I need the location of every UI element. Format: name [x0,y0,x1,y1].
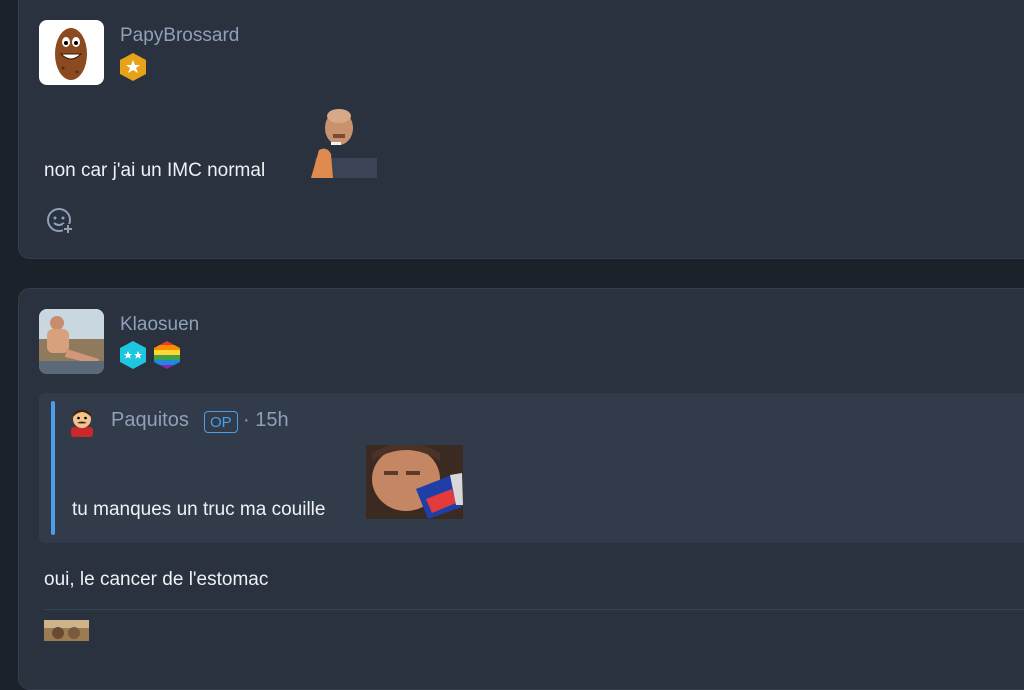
quoted-message[interactable]: Paquitos OP · 15h tu manques un truc ma … [39,393,1024,543]
quoted-sticker-image [366,443,463,519]
post-card-papybrossard: PapyBrossard non car j'ai un IMC normal [18,0,1024,259]
add-reaction-icon[interactable] [45,206,75,236]
sticker-image [305,106,377,178]
reaction-thumbnail-image[interactable] [44,620,89,641]
message-text: non car j'ai un IMC normal [44,160,266,181]
quoted-timestamp: · 15h [243,409,289,431]
gold-star-badge-icon [119,52,147,82]
quote-bar [51,401,55,535]
post-card-klaosuen: Klaosuen Paquitos OP · 15h tu manques un… [18,288,1024,690]
username[interactable]: PapyBrossard [120,25,239,47]
quoted-username[interactable]: Paquitos [111,409,189,432]
two-star-badge-icon [119,340,147,370]
username[interactable]: Klaosuen [120,314,199,336]
quoted-message-text: tu manques un truc ma couille [72,499,326,520]
avatar[interactable] [39,20,104,85]
photo-avatar-icon [39,309,104,374]
divider [44,609,1024,610]
rainbow-badge-icon [153,340,181,370]
potato-avatar-icon [55,28,87,80]
avatar[interactable] [39,309,104,374]
op-badge: OP [204,411,238,433]
man-emoji-avatar-icon [66,405,98,437]
message-text: oui, le cancer de l'estomac [44,569,269,590]
